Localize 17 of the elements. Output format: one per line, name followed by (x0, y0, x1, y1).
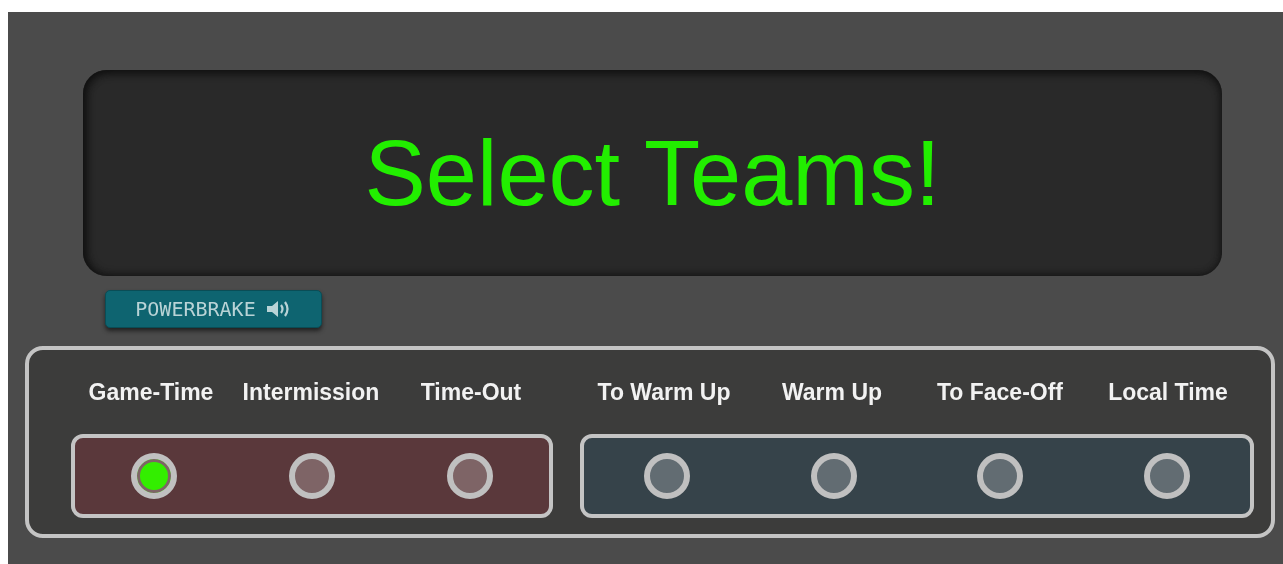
mode-label: To Warm Up (596, 377, 732, 407)
mode-label: Time-Out (419, 377, 523, 407)
mode-label: Game-Time (87, 377, 215, 407)
mode-radio[interactable] (447, 453, 493, 499)
display-message: Select Teams! (364, 127, 941, 219)
mode-label: Intermission (241, 377, 381, 407)
mode-label: Local Time (1107, 377, 1229, 407)
mode-label: Warm Up (780, 377, 884, 407)
powerbrake-button[interactable]: POWERBRAKE (105, 290, 322, 328)
mode-radio[interactable] (1143, 453, 1190, 499)
mode-label: To Face-Off (935, 377, 1065, 407)
mode-radio[interactable] (131, 453, 177, 499)
mode-radio[interactable] (810, 453, 857, 499)
mode-radio[interactable] (977, 453, 1024, 499)
speaker-icon (265, 299, 292, 319)
mode-radio[interactable] (289, 453, 335, 499)
mode-radio[interactable] (644, 453, 691, 499)
